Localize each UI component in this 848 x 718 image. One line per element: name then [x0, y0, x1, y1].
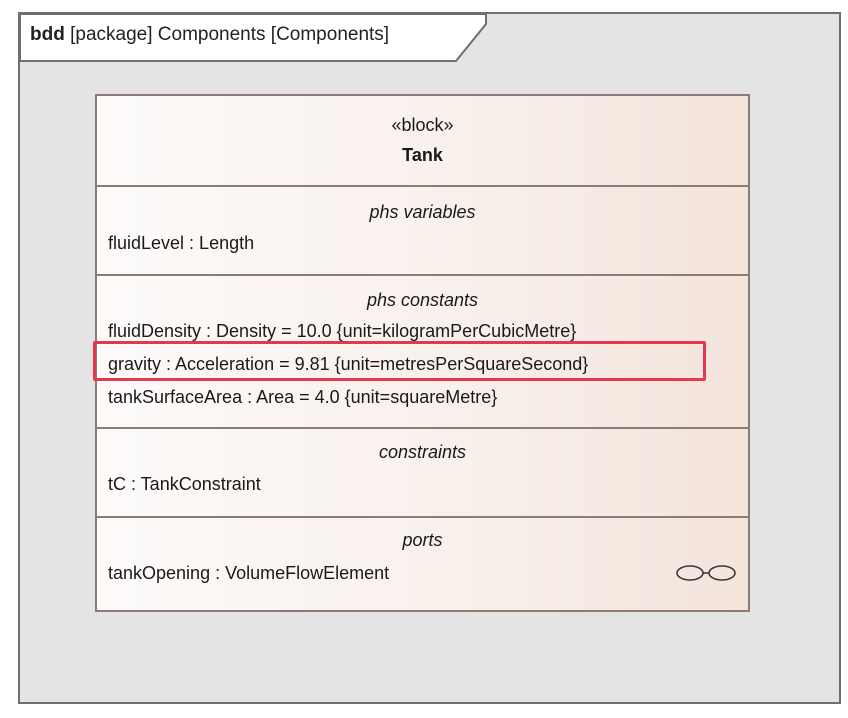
port-entry[interactable]: tankOpening : VolumeFlowElement	[108, 562, 389, 584]
frame-heading: [package] Components [Components]	[70, 24, 390, 45]
compartment-divider	[97, 516, 748, 518]
compartment-divider	[97, 274, 748, 276]
compartment-title-constants: phs constants	[366, 290, 479, 310]
frame-label: bdd [package] Components [Components]	[30, 24, 389, 46]
compartment-divider	[97, 185, 748, 187]
interface-port-icon	[676, 565, 736, 581]
compartment-title-constraints: constraints	[378, 442, 467, 462]
constant-entry[interactable]: tankSurfaceArea : Area = 4.0 {unit=squar…	[108, 386, 497, 408]
block-name: Tank	[402, 145, 443, 165]
variable-entry[interactable]: fluidLevel : Length	[108, 232, 254, 254]
constant-entry[interactable]: fluidDensity : Density = 10.0 {unit=kilo…	[108, 320, 576, 342]
block-header: «block» Tank	[97, 96, 748, 187]
constraint-entry[interactable]: tC : TankConstraint	[108, 473, 261, 495]
block-stereotype: «block»	[391, 115, 454, 135]
compartment-divider	[97, 427, 748, 429]
highlight-box	[93, 341, 706, 381]
frame-label-tab: bdd [package] Components [Components]	[20, 14, 488, 62]
frame-kind: bdd	[30, 24, 65, 45]
compartment-title-ports: ports	[402, 530, 443, 550]
compartment-title-variables: phs variables	[369, 202, 476, 222]
